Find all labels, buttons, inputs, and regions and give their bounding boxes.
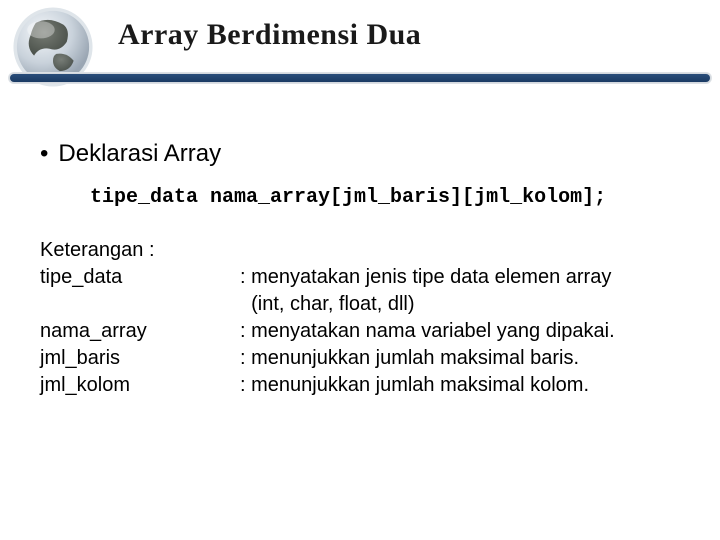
desc-term: nama_array <box>40 318 240 345</box>
slide-body: Deklarasi Array tipe_data nama_array[jml… <box>40 140 680 399</box>
desc-term: jml_baris <box>40 345 240 372</box>
bullet-heading: Deklarasi Array <box>40 140 680 168</box>
desc-term: tipe_data <box>40 264 240 291</box>
desc-row: jml_baris : menunjukkan jumlah maksimal … <box>40 345 680 372</box>
keterangan-label: Keterangan : <box>40 237 680 264</box>
desc-row: jml_kolom : menunjukkan jumlah maksimal … <box>40 372 680 399</box>
desc-term-empty <box>40 291 240 318</box>
desc-row: tipe_data : menyatakan jenis tipe data e… <box>40 264 680 291</box>
header-rule-inner <box>10 74 710 82</box>
slide-title: Array Berdimensi Dua <box>118 18 421 52</box>
description-block: Keterangan : tipe_data : menyatakan jeni… <box>40 237 680 399</box>
desc-def: : menyatakan jenis tipe data elemen arra… <box>240 264 680 291</box>
slide: Array Berdimensi Dua Deklarasi Array tip… <box>0 0 720 540</box>
slide-header: Array Berdimensi Dua <box>0 0 720 90</box>
desc-def: : menyatakan nama variabel yang dipakai. <box>240 318 680 345</box>
desc-row: (int, char, float, dll) <box>40 291 680 318</box>
desc-def-cont: (int, char, float, dll) <box>240 291 680 318</box>
desc-def: : menunjukkan jumlah maksimal kolom. <box>240 372 680 399</box>
desc-term: jml_kolom <box>40 372 240 399</box>
desc-def: : menunjukkan jumlah maksimal baris. <box>240 345 680 372</box>
desc-row: nama_array : menyatakan nama variabel ya… <box>40 318 680 345</box>
declaration-code: tipe_data nama_array[jml_baris][jml_kolo… <box>90 186 680 209</box>
